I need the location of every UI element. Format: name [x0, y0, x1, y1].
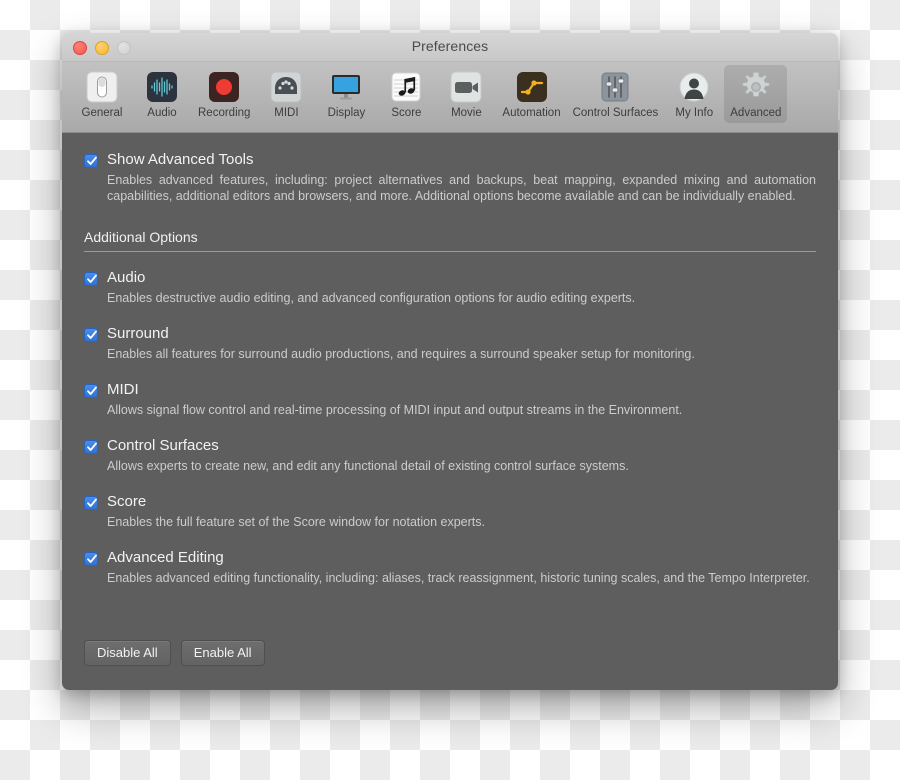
- option-surround-row[interactable]: Surround: [84, 325, 816, 343]
- option-surround: Surround Enables all features for surrou…: [84, 325, 816, 362]
- tab-display-label: Display: [327, 107, 366, 119]
- tab-score-label: Score: [391, 107, 422, 119]
- option-audio-label: Audio: [107, 269, 146, 286]
- window-titlebar[interactable]: Preferences: [62, 33, 838, 62]
- faders-icon: [598, 70, 632, 104]
- show-advanced-tools-block: Show Advanced Tools Enables advanced fea…: [84, 151, 816, 204]
- option-midi-label: MIDI: [107, 381, 139, 398]
- option-advanced-editing-row[interactable]: Advanced Editing: [84, 549, 816, 567]
- tab-control-surfaces-label: Control Surfaces: [572, 107, 659, 119]
- tab-advanced[interactable]: Advanced: [724, 65, 788, 123]
- user-icon: [677, 70, 711, 104]
- option-score: Score Enables the full feature set of th…: [84, 493, 816, 530]
- show-advanced-tools-label: Show Advanced Tools: [107, 151, 254, 168]
- tab-audio-label: Audio: [147, 107, 177, 119]
- option-advanced-editing-checkbox[interactable]: [84, 552, 98, 566]
- disable-all-button[interactable]: Disable All: [84, 640, 171, 666]
- switch-icon: [85, 70, 119, 104]
- tab-midi-label: MIDI: [274, 107, 299, 119]
- tab-movie-label: Movie: [451, 107, 482, 119]
- option-audio: Audio Enables destructive audio editing,…: [84, 269, 816, 306]
- option-score-row[interactable]: Score: [84, 493, 816, 511]
- enable-all-button[interactable]: Enable All: [180, 640, 265, 666]
- tab-audio[interactable]: Audio: [132, 65, 192, 123]
- tab-general[interactable]: General: [72, 65, 132, 123]
- option-midi: MIDI Allows signal flow control and real…: [84, 381, 816, 418]
- option-audio-row[interactable]: Audio: [84, 269, 816, 287]
- tab-display[interactable]: Display: [316, 65, 376, 123]
- tab-automation-label: Automation: [502, 107, 561, 119]
- video-camera-icon: [449, 70, 483, 104]
- tab-midi[interactable]: MIDI: [256, 65, 316, 123]
- show-advanced-tools-row[interactable]: Show Advanced Tools: [84, 151, 816, 169]
- option-surround-description: Enables all features for surround audio …: [107, 347, 695, 361]
- waveform-icon: [145, 70, 179, 104]
- option-score-checkbox[interactable]: [84, 496, 98, 510]
- option-score-label: Score: [107, 493, 147, 510]
- option-midi-description: Allows signal flow control and real-time…: [107, 403, 683, 417]
- action-button-group: Disable All Enable All: [84, 640, 265, 666]
- option-midi-row[interactable]: MIDI: [84, 381, 816, 399]
- preferences-window: Preferences General Audio Recording MIDI…: [62, 33, 838, 690]
- option-advanced-editing: Advanced Editing Enables advanced editin…: [84, 549, 816, 586]
- automation-curve-icon: [515, 70, 549, 104]
- option-audio-description: Enables destructive audio editing, and a…: [107, 291, 636, 305]
- tab-score[interactable]: Score: [376, 65, 436, 123]
- tab-my-info-label: My Info: [675, 107, 714, 119]
- option-control-surfaces-checkbox[interactable]: [84, 440, 98, 454]
- tab-my-info[interactable]: My Info: [664, 65, 724, 123]
- tab-recording-label: Recording: [198, 107, 251, 119]
- tab-movie[interactable]: Movie: [436, 65, 496, 123]
- midi-connector-icon: [269, 70, 303, 104]
- show-advanced-tools-description: Enables advanced features, including: pr…: [107, 173, 816, 203]
- option-control-surfaces-label: Control Surfaces: [107, 437, 219, 454]
- monitor-icon: [329, 70, 363, 104]
- option-control-surfaces-row[interactable]: Control Surfaces: [84, 437, 816, 455]
- tab-automation[interactable]: Automation: [496, 65, 566, 123]
- option-control-surfaces-description: Allows experts to create new, and edit a…: [107, 459, 629, 473]
- preferences-content: Show Advanced Tools Enables advanced fea…: [62, 133, 838, 690]
- option-surround-label: Surround: [107, 325, 169, 342]
- preferences-toolbar: General Audio Recording MIDI Display Sco…: [62, 62, 838, 133]
- additional-options-heading: Additional Options: [84, 229, 198, 245]
- window-title: Preferences: [411, 38, 489, 54]
- tab-advanced-label: Advanced: [730, 107, 782, 119]
- option-control-surfaces: Control Surfaces Allows experts to creat…: [84, 437, 816, 474]
- option-midi-checkbox[interactable]: [84, 384, 98, 398]
- tab-general-label: General: [81, 107, 123, 119]
- option-surround-checkbox[interactable]: [84, 328, 98, 342]
- show-advanced-tools-checkbox[interactable]: [84, 154, 98, 168]
- option-advanced-editing-label: Advanced Editing: [107, 549, 224, 566]
- section-divider: [84, 251, 816, 252]
- tab-recording[interactable]: Recording: [192, 65, 256, 123]
- tab-control-surfaces[interactable]: Control Surfaces: [567, 65, 665, 123]
- option-audio-checkbox[interactable]: [84, 272, 98, 286]
- option-score-description: Enables the full feature set of the Scor…: [107, 515, 485, 529]
- option-advanced-editing-description: Enables advanced editing functionality, …: [107, 571, 810, 585]
- gear-icon: [739, 70, 773, 104]
- music-note-icon: [389, 70, 423, 104]
- record-icon: [207, 70, 241, 104]
